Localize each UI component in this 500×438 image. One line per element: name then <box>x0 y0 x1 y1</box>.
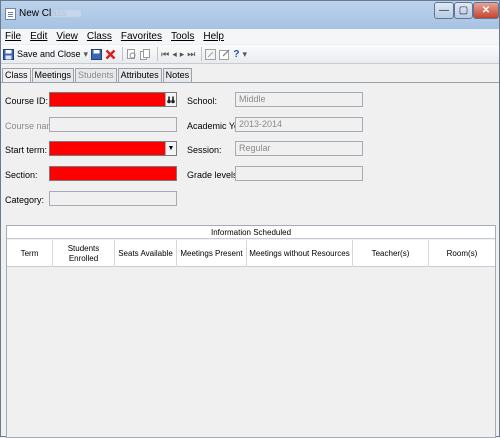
tab-notes[interactable]: Notes <box>162 68 193 82</box>
column-header-meetings-without-resources[interactable]: Meetings without Resources <box>247 240 353 267</box>
session-label: Session: <box>187 145 222 155</box>
column-header-students-enrolled[interactable]: Students Enrolled <box>53 240 115 267</box>
chevron-down-icon: ▼ <box>167 145 175 152</box>
grid-header-row: Term Students Enrolled Seats Available M… <box>7 240 495 267</box>
maximize-button[interactable]: ▢ <box>454 2 473 19</box>
course-name-field <box>49 117 177 132</box>
toolbar: Save and Close ▾ ⏮ ◂ ▸ ⏭ ? ▾ <box>1 45 499 64</box>
start-term-select[interactable]: ▼ <box>49 141 177 156</box>
column-header-term[interactable]: Term <box>7 240 53 267</box>
tab-attributes[interactable]: Attributes <box>117 68 162 82</box>
academic-year-field: 2013-2014 <box>235 117 363 132</box>
toolbar-separator <box>157 47 159 61</box>
menu-edit[interactable]: Edit <box>30 31 47 42</box>
school-label: School: <box>187 96 218 106</box>
tab-class[interactable]: Class <box>2 68 31 82</box>
menu-bar: File Edit View Class Favorites Tools Hel… <box>1 29 499 44</box>
grid-title: Information Scheduled <box>7 226 495 239</box>
tab-divider <box>1 82 499 83</box>
first-record-icon[interactable]: ⏮ <box>161 47 169 62</box>
save-and-close-button[interactable]: Save and Close <box>17 47 81 62</box>
grade-levels-field[interactable] <box>235 166 363 181</box>
close-button[interactable]: ✕ <box>473 2 499 19</box>
attachment-icon[interactable] <box>205 47 217 62</box>
course-id-field[interactable] <box>49 92 177 107</box>
save-and-close-icon[interactable] <box>3 47 14 62</box>
column-header-meetings-present[interactable]: Meetings Present <box>177 240 247 267</box>
tab-students: Students <box>75 68 117 82</box>
category-field[interactable] <box>49 191 177 206</box>
menu-file[interactable]: File <box>5 31 21 42</box>
toolbar-separator <box>201 47 203 61</box>
help-icon[interactable]: ? <box>233 47 239 62</box>
tab-meetings[interactable]: Meetings <box>31 68 75 82</box>
grade-levels-label: Grade levels: <box>187 170 241 180</box>
minimize-button[interactable]: — <box>434 2 454 19</box>
menu-tools[interactable]: Tools <box>171 31 194 42</box>
title-bar[interactable]: New Class — ▢ ✕ <box>1 1 499 29</box>
column-header-seats-available[interactable]: Seats Available <box>115 240 177 267</box>
tab-strip: Class Meetings Students Attributes Notes <box>2 68 193 82</box>
binoculars-icon <box>167 96 175 103</box>
next-record-icon[interactable]: ▸ <box>180 47 185 62</box>
start-term-label: Start term: <box>5 145 48 155</box>
last-record-icon[interactable]: ⏭ <box>187 47 195 62</box>
menu-favorites[interactable]: Favorites <box>121 31 162 42</box>
menu-class[interactable]: Class <box>87 31 112 42</box>
column-header-teachers[interactable]: Teacher(s) <box>353 240 429 267</box>
information-scheduled-grid[interactable]: Information Scheduled Term Students Enro… <box>6 225 496 438</box>
menu-help[interactable]: Help <box>203 31 224 42</box>
print-preview-icon[interactable] <box>126 47 137 62</box>
copy-icon[interactable] <box>140 47 151 62</box>
app-icon <box>5 8 16 20</box>
school-field: Middle <box>235 92 363 107</box>
start-term-dropdown-button[interactable]: ▼ <box>165 142 176 155</box>
toolbar-separator <box>122 47 124 61</box>
blurred-title-suffix <box>51 10 81 17</box>
save-close-dropdown-icon[interactable]: ▾ <box>84 47 89 62</box>
section-field[interactable] <box>49 166 177 181</box>
course-lookup-button[interactable] <box>165 93 176 106</box>
save-icon[interactable] <box>91 47 103 62</box>
new-class-window: New Class — ▢ ✕ File Edit View Class Fav… <box>0 0 500 438</box>
notes-icon[interactable] <box>219 47 230 62</box>
column-header-rooms[interactable]: Room(s) <box>429 240 495 267</box>
session-field: Regular <box>235 141 363 156</box>
previous-record-icon[interactable]: ◂ <box>172 47 177 62</box>
menu-view[interactable]: View <box>56 31 78 42</box>
section-label: Section: <box>5 170 38 180</box>
help-dropdown-icon[interactable]: ▾ <box>242 47 247 62</box>
course-id-label: Course ID: <box>5 96 49 106</box>
delete-icon[interactable] <box>105 47 116 62</box>
category-label: Category: <box>5 195 45 205</box>
